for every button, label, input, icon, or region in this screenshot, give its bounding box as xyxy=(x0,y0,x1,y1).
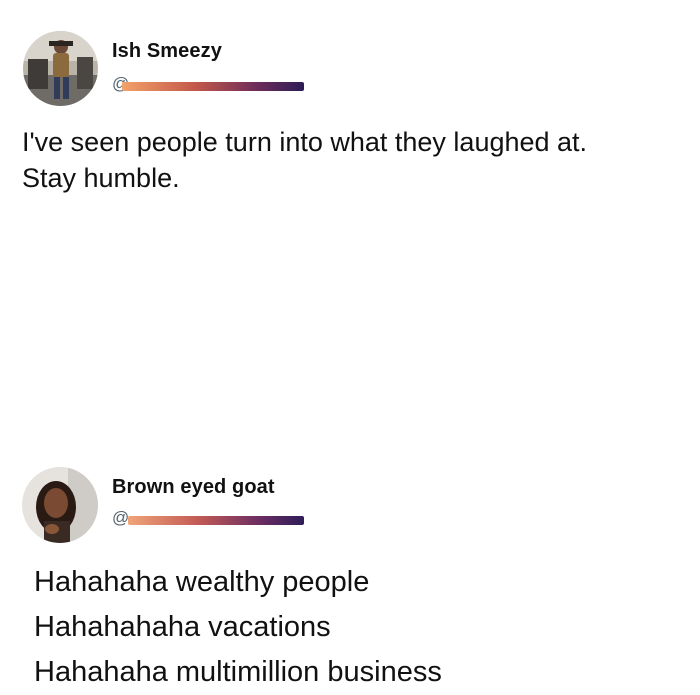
avatar[interactable] xyxy=(22,467,98,543)
avatar-photo-icon xyxy=(23,31,98,106)
tweet-text-line: Hahahaha wealthy people xyxy=(34,566,370,598)
tweet-text-line: I've seen people turn into what they lau… xyxy=(22,127,588,157)
avatar-photo-icon xyxy=(22,467,98,543)
tweet-card-2: Brown eyed goat @ Hahahaha wealthy peopl… xyxy=(0,230,700,688)
handle-redaction xyxy=(122,82,304,91)
author-name[interactable]: Brown eyed goat xyxy=(112,476,275,499)
author-name[interactable]: Ish Smeezy xyxy=(112,40,222,63)
tweet-card-1: Ish Smeezy @ I've seen people turn into … xyxy=(0,0,700,230)
tweet-text: I've seen people turn into what they lau… xyxy=(22,124,587,196)
tweet-text-line: Hahahahaha vacations xyxy=(34,611,331,643)
tweet-text-line: Stay humble. xyxy=(22,163,180,193)
tweet-text-line: Hahahaha multimillion business xyxy=(34,656,442,688)
tweet-text: Hahahaha wealthy people Hahahahaha vacat… xyxy=(34,560,442,695)
author-handle[interactable]: @ xyxy=(112,508,129,526)
avatar[interactable] xyxy=(23,31,98,106)
handle-redaction xyxy=(128,516,304,525)
